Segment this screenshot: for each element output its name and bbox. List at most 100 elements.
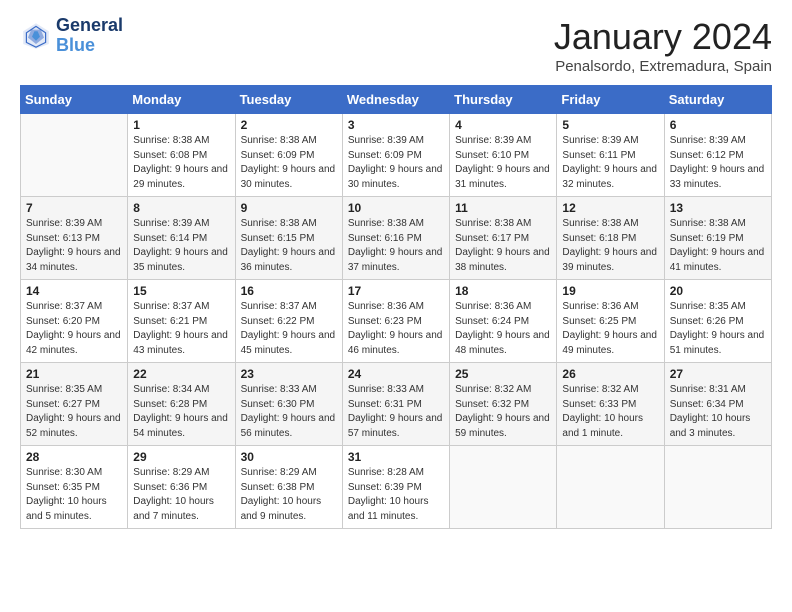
calendar-cell: 8 Sunrise: 8:39 AMSunset: 6:14 PMDaylight… [128,197,235,280]
day-number: 8 [133,201,229,215]
day-number: 31 [348,450,444,464]
page-container: General Blue January 2024 Penalsordo, Ex… [0,0,792,539]
day-number: 25 [455,367,551,381]
calendar-cell: 24 Sunrise: 8:33 AMSunset: 6:31 PMDayligh… [342,363,449,446]
calendar-cell: 16Sunrise: 8:37 AMSunset: 6:22 PMDayligh… [235,280,342,363]
day-info: Sunrise: 8:36 AMSunset: 6:23 PMDaylight:… [348,300,444,358]
calendar-cell: 31 Sunrise: 8:28 AMSunset: 6:39 PMDayligh… [342,446,449,529]
day-info: Sunrise: 8:39 AMSunset: 6:14 PMDaylight:… [133,217,229,275]
calendar-cell: 13Sunrise: 8:38 AMSunset: 6:19 PMDayligh… [664,197,771,280]
calendar-cell: 4Sunrise: 8:39 AMSunset: 6:10 PMDaylight… [450,114,557,197]
calendar-cell: 17 Sunrise: 8:36 AMSunset: 6:23 PMDayligh… [342,280,449,363]
logo-icon [20,20,52,52]
calendar-cell: 15 Sunrise: 8:37 AMSunset: 6:21 PMDayligh… [128,280,235,363]
day-info: Sunrise: 8:35 AMSunset: 6:27 PMDaylight:… [26,383,122,441]
day-info: Sunrise: 8:29 AMSunset: 6:38 PMDaylight:… [241,466,337,524]
day-number: 2 [241,118,337,132]
day-info: Sunrise: 8:39 AMSunset: 6:12 PMDaylight:… [670,134,766,192]
day-number: 3 [348,118,444,132]
calendar-cell: 29 Sunrise: 8:29 AMSunset: 6:36 PMDayligh… [128,446,235,529]
header-day-thursday: Thursday [450,86,557,114]
day-info: Sunrise: 8:39 AMSunset: 6:09 PMDaylight:… [348,134,444,192]
day-info: Sunrise: 8:39 AMSunset: 6:13 PMDaylight:… [26,217,122,275]
day-number: 5 [562,118,658,132]
day-info: Sunrise: 8:38 AMSunset: 6:16 PMDaylight:… [348,217,444,275]
day-info: Sunrise: 8:37 AMSunset: 6:21 PMDaylight:… [133,300,229,358]
day-number: 20 [670,284,766,298]
day-number: 24 [348,367,444,381]
day-number: 26 [562,367,658,381]
day-info: Sunrise: 8:28 AMSunset: 6:39 PMDaylight:… [348,466,444,524]
logo-text: General Blue [56,16,123,56]
day-info: Sunrise: 8:38 AMSunset: 6:17 PMDaylight:… [455,217,551,275]
calendar-cell [557,446,664,529]
day-info: Sunrise: 8:34 AMSunset: 6:28 PMDaylight:… [133,383,229,441]
day-info: Sunrise: 8:39 AMSunset: 6:11 PMDaylight:… [562,134,658,192]
calendar-table: SundayMondayTuesdayWednesdayThursdayFrid… [20,85,772,529]
day-number: 13 [670,201,766,215]
day-info: Sunrise: 8:29 AMSunset: 6:36 PMDaylight:… [133,466,229,524]
day-number: 9 [241,201,337,215]
header-day-friday: Friday [557,86,664,114]
logo-line1: General [56,16,123,36]
day-info: Sunrise: 8:33 AMSunset: 6:30 PMDaylight:… [241,383,337,441]
calendar-cell: 12 Sunrise: 8:38 AMSunset: 6:18 PMDayligh… [557,197,664,280]
day-info: Sunrise: 8:37 AMSunset: 6:20 PMDaylight:… [26,300,122,358]
week-row-2: 7 Sunrise: 8:39 AMSunset: 6:13 PMDaylight… [21,197,772,280]
calendar-cell: 6Sunrise: 8:39 AMSunset: 6:12 PMDaylight… [664,114,771,197]
day-number: 22 [133,367,229,381]
day-info: Sunrise: 8:38 AMSunset: 6:08 PMDaylight:… [133,134,229,192]
day-info: Sunrise: 8:33 AMSunset: 6:31 PMDaylight:… [348,383,444,441]
calendar-cell: 7 Sunrise: 8:39 AMSunset: 6:13 PMDaylight… [21,197,128,280]
day-info: Sunrise: 8:38 AMSunset: 6:15 PMDaylight:… [241,217,337,275]
day-number: 4 [455,118,551,132]
day-number: 12 [562,201,658,215]
day-info: Sunrise: 8:35 AMSunset: 6:26 PMDaylight:… [670,300,766,358]
calendar-cell: 1 Sunrise: 8:38 AMSunset: 6:08 PMDaylight… [128,114,235,197]
day-info: Sunrise: 8:38 AMSunset: 6:09 PMDaylight:… [241,134,337,192]
calendar-cell: 22 Sunrise: 8:34 AMSunset: 6:28 PMDayligh… [128,363,235,446]
header-day-saturday: Saturday [664,86,771,114]
day-number: 28 [26,450,122,464]
month-year-title: January 2024 [554,16,772,58]
day-info: Sunrise: 8:32 AMSunset: 6:33 PMDaylight:… [562,383,658,441]
day-number: 7 [26,201,122,215]
day-number: 1 [133,118,229,132]
calendar-cell: 25Sunrise: 8:32 AMSunset: 6:32 PMDayligh… [450,363,557,446]
week-row-3: 14 Sunrise: 8:37 AMSunset: 6:20 PMDayligh… [21,280,772,363]
calendar-cell: 10 Sunrise: 8:38 AMSunset: 6:16 PMDayligh… [342,197,449,280]
week-row-5: 28Sunrise: 8:30 AMSunset: 6:35 PMDayligh… [21,446,772,529]
calendar-cell [664,446,771,529]
day-info: Sunrise: 8:31 AMSunset: 6:34 PMDaylight:… [670,383,766,441]
day-number: 14 [26,284,122,298]
day-number: 19 [562,284,658,298]
calendar-cell: 2 Sunrise: 8:38 AMSunset: 6:09 PMDaylight… [235,114,342,197]
day-number: 15 [133,284,229,298]
calendar-cell: 11Sunrise: 8:38 AMSunset: 6:17 PMDayligh… [450,197,557,280]
logo-line2: Blue [56,36,123,56]
day-info: Sunrise: 8:38 AMSunset: 6:18 PMDaylight:… [562,217,658,275]
calendar-body: 1 Sunrise: 8:38 AMSunset: 6:08 PMDaylight… [21,114,772,529]
calendar-cell: 23 Sunrise: 8:33 AMSunset: 6:30 PMDayligh… [235,363,342,446]
calendar-cell: 3 Sunrise: 8:39 AMSunset: 6:09 PMDaylight… [342,114,449,197]
calendar-cell: 18Sunrise: 8:36 AMSunset: 6:24 PMDayligh… [450,280,557,363]
day-number: 21 [26,367,122,381]
calendar-cell: 27Sunrise: 8:31 AMSunset: 6:34 PMDayligh… [664,363,771,446]
calendar-cell: 14 Sunrise: 8:37 AMSunset: 6:20 PMDayligh… [21,280,128,363]
header-day-sunday: Sunday [21,86,128,114]
calendar-cell: 21 Sunrise: 8:35 AMSunset: 6:27 PMDayligh… [21,363,128,446]
day-number: 17 [348,284,444,298]
header-day-tuesday: Tuesday [235,86,342,114]
day-number: 23 [241,367,337,381]
day-number: 29 [133,450,229,464]
calendar-cell [21,114,128,197]
calendar-cell: 26 Sunrise: 8:32 AMSunset: 6:33 PMDayligh… [557,363,664,446]
day-number: 10 [348,201,444,215]
day-number: 18 [455,284,551,298]
logo: General Blue [20,16,123,56]
week-row-4: 21 Sunrise: 8:35 AMSunset: 6:27 PMDayligh… [21,363,772,446]
calendar-cell: 19Sunrise: 8:36 AMSunset: 6:25 PMDayligh… [557,280,664,363]
header-day-monday: Monday [128,86,235,114]
day-number: 30 [241,450,337,464]
header-row: SundayMondayTuesdayWednesdayThursdayFrid… [21,86,772,114]
